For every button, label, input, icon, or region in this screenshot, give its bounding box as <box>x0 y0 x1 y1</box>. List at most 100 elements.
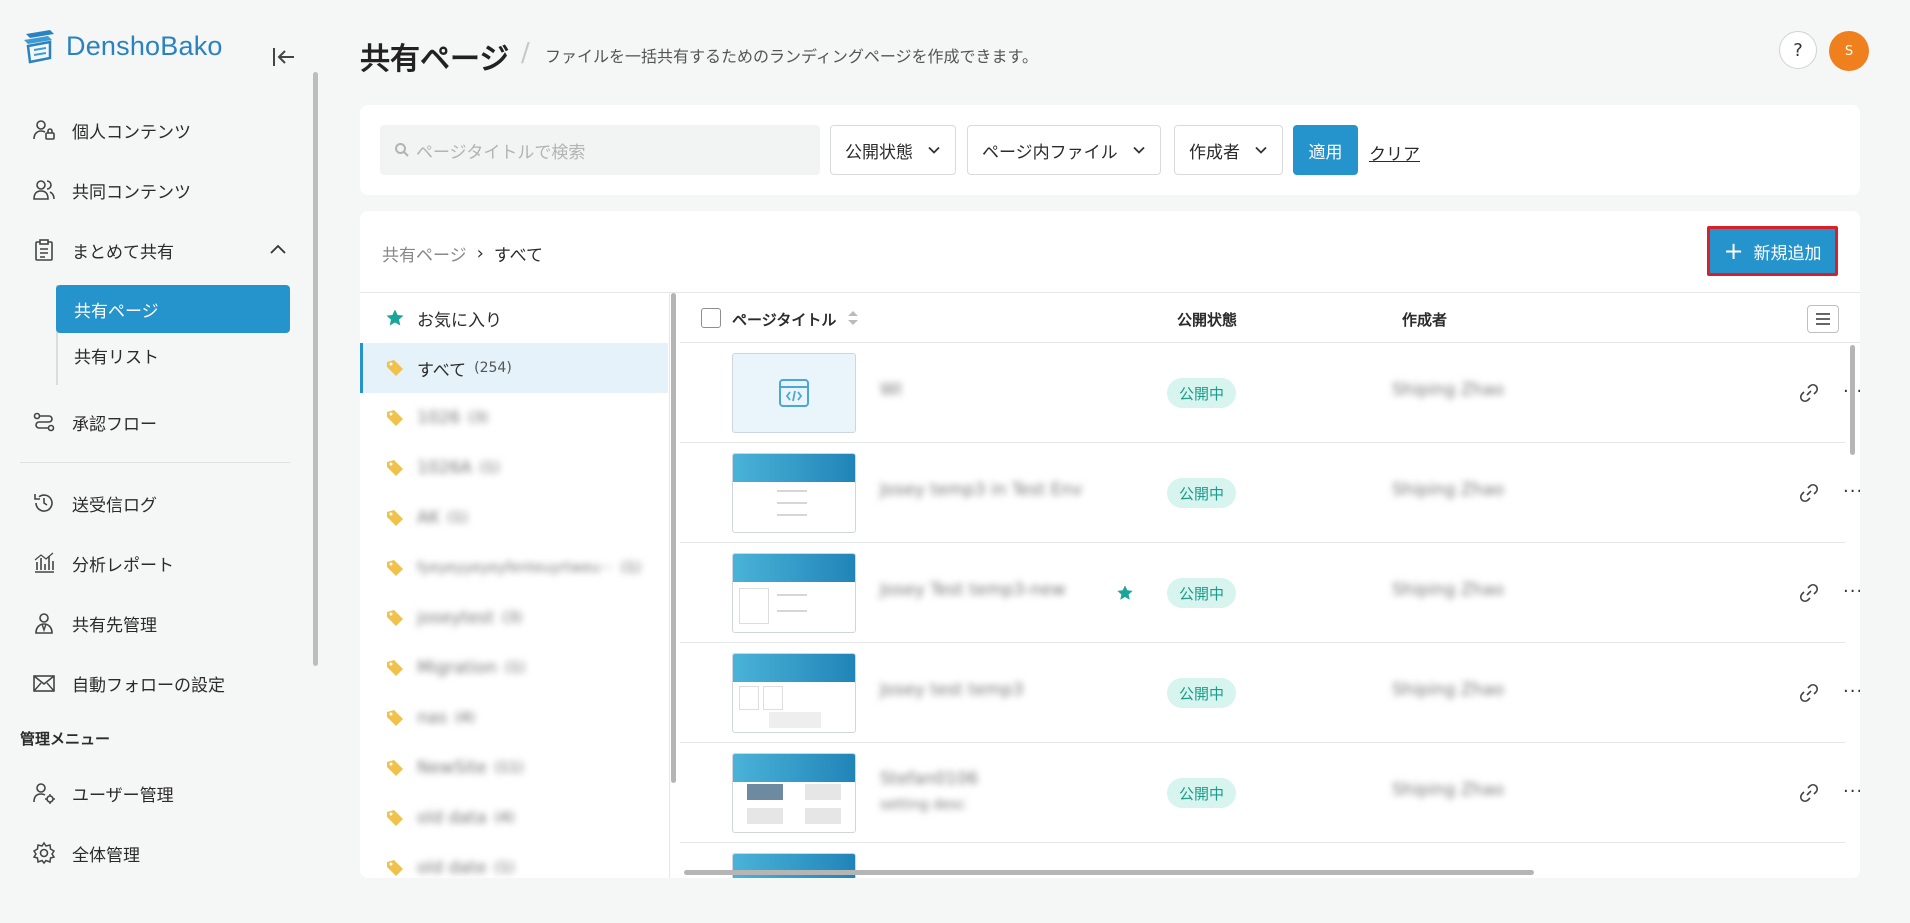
sidebar-item-label: 共有先管理 <box>72 615 157 636</box>
thumbnail-block <box>747 808 783 824</box>
page-thumbnail[interactable] <box>732 753 856 833</box>
code-window-icon <box>779 379 809 407</box>
category-item[interactable]: old date (1) <box>360 843 668 878</box>
column-settings-button[interactable] <box>1807 305 1839 333</box>
table-row[interactable]: Josey temp3 in Test Env 公開中 Shiping Zhao… <box>680 443 1860 543</box>
sidebar-item-shared-content[interactable]: 共同コンテンツ <box>30 170 290 210</box>
sidebar-subitem-shared-lists[interactable]: 共有リスト <box>74 343 159 368</box>
category-count: (4) <box>455 710 475 726</box>
category-item[interactable]: nas (4) <box>360 693 668 743</box>
category-item[interactable]: Migration (1) <box>360 643 668 693</box>
favorite-star-icon[interactable] <box>1116 584 1134 602</box>
table-horizontal-scrollbar[interactable] <box>684 870 1534 875</box>
select-all-checkbox[interactable] <box>701 308 721 328</box>
category-item[interactable]: fyeyeyyeyeyfenteuyrtweu··· (1) <box>360 543 668 593</box>
row-title[interactable]: Josey Test temp3-new <box>880 580 1066 600</box>
status-filter-dropdown[interactable]: 公開状態 <box>830 125 956 175</box>
category-item[interactable]: 1026 (3) <box>360 393 668 443</box>
category-name: fyeyeyyeyeyfenteuyrtweu··· <box>417 560 614 576</box>
breadcrumb-root[interactable]: 共有ページ <box>382 241 467 266</box>
column-header-author: 作成者 <box>1402 311 1448 329</box>
sidebar-item-auto-follow-settings[interactable]: 自動フォローの設定 <box>30 663 290 703</box>
link-icon[interactable] <box>1798 682 1820 704</box>
thumbnail-line <box>777 594 807 596</box>
history-icon <box>30 489 58 517</box>
logo-icon <box>24 30 54 64</box>
more-options-icon[interactable]: ··· <box>1843 581 1860 602</box>
category-item[interactable]: old data (4) <box>360 793 668 843</box>
row-title[interactable]: Stefan0106 <box>880 769 978 789</box>
link-icon[interactable] <box>1798 782 1820 804</box>
category-name: 1026A <box>417 458 472 478</box>
table-vertical-scrollbar[interactable] <box>1850 345 1855 455</box>
admin-menu-heading: 管理メニュー <box>20 730 111 748</box>
sidebar-item-global-settings[interactable]: 全体管理 <box>30 833 290 873</box>
link-icon[interactable] <box>1798 482 1820 504</box>
files-filter-label: ページ内ファイル <box>982 142 1118 163</box>
row-author: Shiping Zhao <box>1392 580 1505 600</box>
avatar[interactable]: S <box>1829 31 1869 71</box>
collapse-sidebar-button[interactable] <box>271 44 297 70</box>
link-icon[interactable] <box>1798 582 1820 604</box>
hamburger-menu-icon <box>1816 313 1830 325</box>
row-title[interactable]: Josey temp3 in Test Env <box>880 480 1082 500</box>
table-row[interactable]: WI 公開中 Shiping Zhao ··· <box>680 343 1860 443</box>
sidebar-item-personal-content[interactable]: 個人コンテンツ <box>30 110 290 150</box>
sidebar-item-recipient-management[interactable]: 共有先管理 <box>30 603 290 643</box>
category-all[interactable]: すべて (254) <box>360 343 668 393</box>
author-filter-label: 作成者 <box>1189 142 1240 163</box>
row-title[interactable]: WI <box>880 380 902 400</box>
sidebar-item-user-management[interactable]: ユーザー管理 <box>30 773 290 813</box>
apply-button[interactable]: 適用 <box>1293 125 1358 175</box>
table-row[interactable]: Stefan0106 setting desc 公開中 Shiping Zhao… <box>680 743 1860 843</box>
gear-icon <box>30 839 58 867</box>
status-badge: 公開中 <box>1167 778 1237 808</box>
sidebar-item-bulk-share[interactable]: まとめて共有 <box>30 230 290 270</box>
breadcrumb: 共有ページ › すべて <box>382 241 543 266</box>
category-favorites[interactable]: お気に入り <box>360 293 668 343</box>
page-thumbnail[interactable] <box>732 453 856 533</box>
category-count: (4) <box>494 810 515 826</box>
category-item[interactable]: NewSite (11) <box>360 743 668 793</box>
link-icon[interactable] <box>1798 382 1820 404</box>
page-thumbnail[interactable] <box>732 553 856 633</box>
sidebar-scrollbar[interactable] <box>313 72 318 666</box>
more-options-icon[interactable]: ··· <box>1843 781 1860 802</box>
category-item[interactable]: joseytest (3) <box>360 593 668 643</box>
sidebar-item-label: 共同コンテンツ <box>72 182 191 203</box>
category-scrollbar[interactable] <box>671 293 676 783</box>
sort-icon[interactable] <box>846 309 860 327</box>
help-button[interactable]: ? <box>1779 31 1817 69</box>
sidebar-item-analytics-report[interactable]: 分析レポート <box>30 543 290 583</box>
files-filter-dropdown[interactable]: ページ内ファイル <box>967 125 1161 175</box>
app-logo[interactable]: DenshoBako <box>20 28 223 64</box>
table-header: ページタイトル 公開状態 作成者 <box>680 293 1860 343</box>
category-count: (1) <box>505 660 525 676</box>
table-row[interactable]: Josey Test temp3-new 公開中 Shiping Zhao ··… <box>680 543 1860 643</box>
user-lock-icon <box>30 116 58 144</box>
author-filter-dropdown[interactable]: 作成者 <box>1174 125 1283 175</box>
category-item[interactable]: AK (1) <box>360 493 668 543</box>
column-header-title[interactable]: ページタイトル <box>732 309 836 330</box>
clear-link[interactable]: クリア <box>1369 140 1420 165</box>
breadcrumb-current: すべて <box>493 246 544 266</box>
row-title[interactable]: Josey test temp3 <box>880 680 1024 700</box>
sidebar-subitem-shared-pages[interactable]: 共有ページ <box>56 285 290 333</box>
thumbnail-header-band <box>733 454 855 482</box>
page-thumbnail[interactable] <box>732 653 856 733</box>
sidebar-item-approval-flow[interactable]: 承認フロー <box>30 402 290 442</box>
more-options-icon[interactable]: ··· <box>1843 681 1860 702</box>
search-input[interactable]: ページタイトルで検索 <box>380 125 820 175</box>
tag-icon <box>387 510 403 526</box>
search-placeholder: ページタイトルで検索 <box>416 142 586 163</box>
tag-icon <box>387 560 403 576</box>
page-thumbnail[interactable] <box>732 353 856 433</box>
category-name: 1026 <box>417 408 461 428</box>
table-row[interactable]: Josey test temp3 公開中 Shiping Zhao ··· <box>680 643 1860 743</box>
thumbnail-header-band <box>733 754 855 782</box>
sidebar-item-transfer-log[interactable]: 送受信ログ <box>30 483 290 523</box>
add-new-button[interactable]: + 新規追加 <box>1707 226 1838 276</box>
thumbnail-block <box>739 686 759 710</box>
category-item[interactable]: 1026A (1) <box>360 443 668 493</box>
more-options-icon[interactable]: ··· <box>1843 481 1860 502</box>
